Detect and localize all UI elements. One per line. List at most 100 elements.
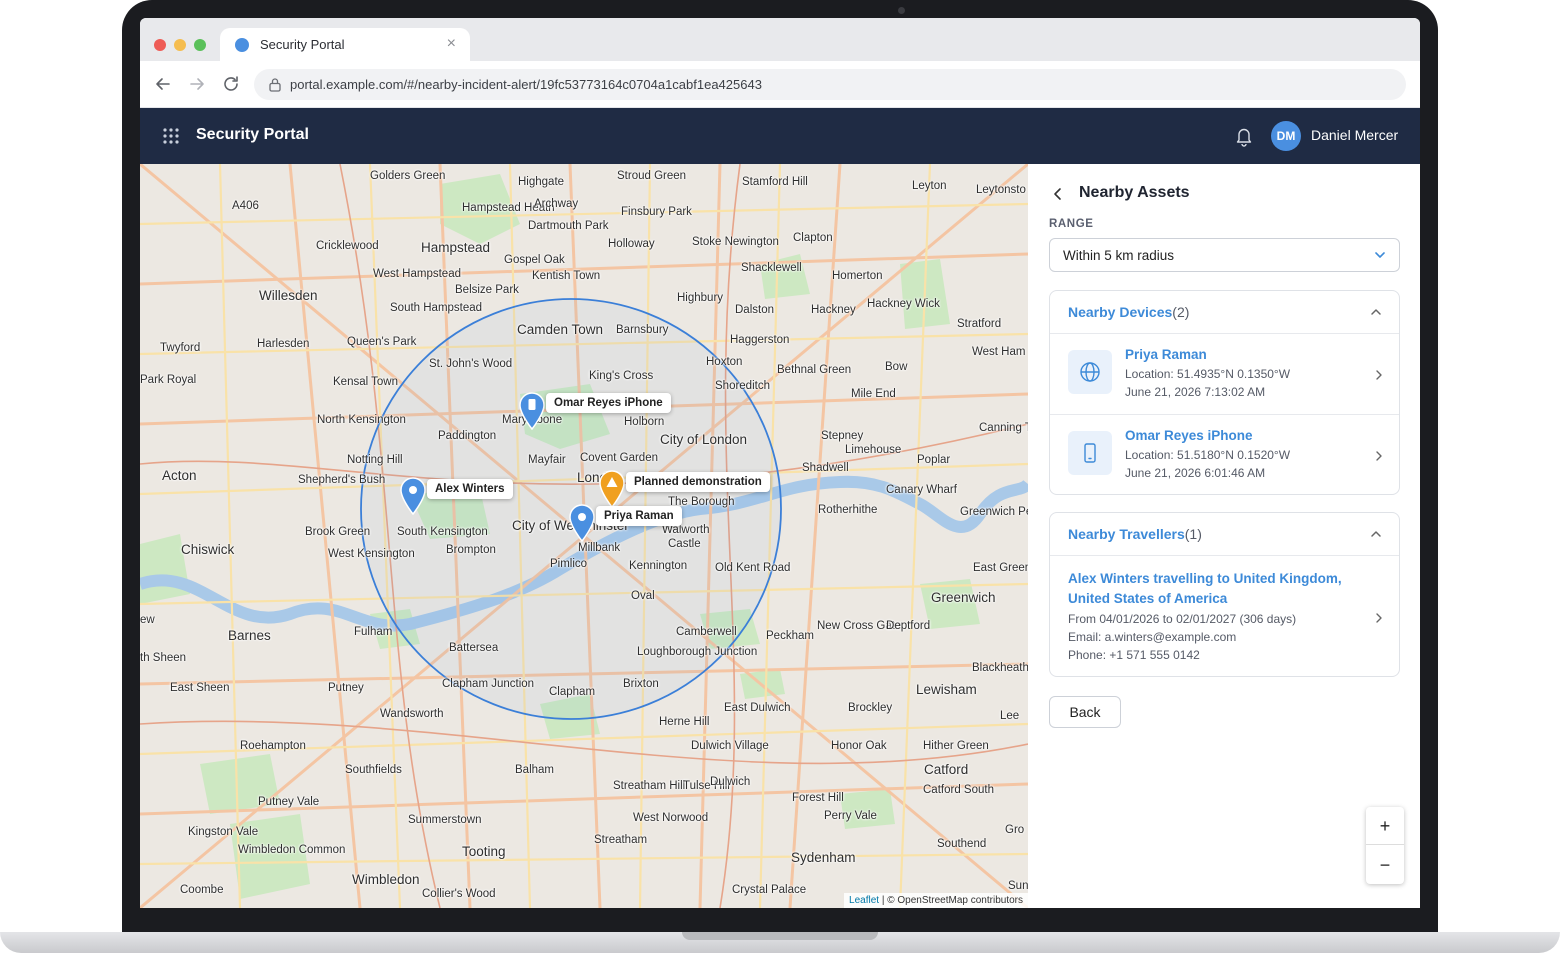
avatar[interactable]: DM: [1271, 121, 1301, 151]
place-label: Dalston: [735, 304, 774, 316]
device-icon-box: [1068, 350, 1112, 394]
marker-priya-raman[interactable]: [568, 504, 596, 542]
range-select[interactable]: Within 5 km radius: [1049, 238, 1400, 272]
place-label: Gospel Oak: [504, 254, 565, 266]
nearby-devices-title: Nearby Devices(2): [1068, 304, 1190, 320]
map-attribution: Leaflet | © OpenStreetMap contributors: [844, 893, 1028, 908]
place-label: Fulham: [354, 626, 393, 638]
park-blackheath: [840, 789, 895, 829]
chevron-up-icon[interactable]: [1369, 305, 1383, 319]
marker-label-omar-reyes-iphone: Omar Reyes iPhone: [546, 393, 671, 413]
nearby-devices-count: (2): [1172, 304, 1190, 320]
place-label: Hoxton: [706, 356, 743, 368]
range-label: RANGE: [1049, 218, 1094, 230]
zoom-in-button[interactable]: +: [1366, 807, 1404, 845]
place-label: Wimbledon: [352, 872, 420, 887]
place-label: Streatham: [594, 834, 648, 846]
place-label: Brompton: [446, 544, 496, 556]
place-label: Belsize Park: [455, 284, 519, 296]
apps-grid-icon[interactable]: [162, 127, 180, 145]
device-timestamp: June 21, 2026 7:13:02 AM: [1125, 385, 1266, 399]
place-label: Crystal Palace: [732, 884, 807, 896]
osm-credit[interactable]: | © OpenStreetMap contributors: [882, 895, 1023, 906]
place-label: Dulwich Village: [691, 740, 769, 752]
place-label: Kensal Town: [333, 376, 398, 388]
bell-icon[interactable]: [1234, 125, 1254, 147]
place-label: Barnes: [228, 628, 271, 643]
chevron-right-icon: [1376, 370, 1382, 380]
place-label: Barnsbury: [616, 324, 669, 336]
place-label: Sun: [1008, 880, 1028, 892]
marker-label-planned-demonstration: Planned demonstration: [626, 472, 770, 492]
place-label: Kingston Vale: [188, 826, 259, 838]
map-view[interactable]: Golders Green Highgate Stroud Green Stamfor…: [140, 164, 1028, 908]
place-label: Coombe: [180, 884, 224, 896]
place-label: Camden Town: [517, 322, 604, 337]
place-label: Chiswick: [181, 542, 235, 557]
device-icon-box: [1068, 431, 1112, 475]
nearby-travellers-card: Nearby Travellers(1) Alex Winters travel…: [1049, 512, 1400, 677]
place-label: West Norwood: [633, 812, 709, 824]
place-label: West Ham: [972, 346, 1026, 358]
place-label: Homerton: [832, 270, 883, 282]
close-window-dot[interactable]: [154, 39, 166, 51]
place-label: Roehampton: [240, 740, 306, 752]
url-field[interactable]: portal.example.com/#/nearby-incident-ale…: [254, 69, 1406, 100]
nearby-devices-header[interactable]: Nearby Devices(2): [1050, 291, 1399, 334]
chevron-up-icon[interactable]: [1369, 527, 1383, 541]
device-name[interactable]: Priya Raman: [1125, 347, 1207, 362]
place-label: Kennington: [629, 560, 688, 572]
marker-alex-winters[interactable]: [399, 477, 427, 515]
browser-window: Security Portal × portal.example.com/#/n…: [140, 18, 1420, 908]
back-arrow-icon[interactable]: [152, 73, 174, 95]
nearby-travellers-header[interactable]: Nearby Travellers(1): [1050, 513, 1399, 556]
place-label: Sydenham: [791, 850, 856, 865]
place-label: Perry Vale: [824, 810, 877, 822]
place-label: King's Cross: [589, 370, 654, 382]
user-name[interactable]: Daniel Mercer: [1311, 127, 1398, 143]
marker-planned-demonstration[interactable]: [598, 470, 626, 508]
place-label: Lewisham: [916, 682, 977, 697]
place-label: A406: [232, 200, 259, 212]
place-label: Greenwich Peninsula: [960, 506, 1028, 518]
place-label: Harlesden: [257, 338, 310, 350]
traveller-name[interactable]: Alex Winters travelling to United Kingdo…: [1068, 569, 1368, 609]
panel-back-chevron-icon[interactable]: [1048, 184, 1068, 204]
place-label: East Greenw: [973, 562, 1028, 574]
back-button[interactable]: Back: [1049, 696, 1121, 728]
place-label: Covent Garden: [580, 452, 658, 464]
place-label: Bow: [885, 361, 908, 373]
place-label: Blackheath: [972, 662, 1028, 674]
phone-icon: [1084, 443, 1096, 463]
favicon-icon: [235, 38, 249, 52]
traveller-row-alex-winters[interactable]: Alex Winters travelling to United Kingdo…: [1050, 556, 1399, 677]
place-label: Southfields: [345, 764, 402, 776]
nearby-travellers-title: Nearby Travellers(1): [1068, 526, 1202, 542]
device-name[interactable]: Omar Reyes iPhone: [1125, 428, 1253, 443]
place-label: Leytonsto: [976, 184, 1026, 196]
place-label: Limehouse: [845, 444, 902, 456]
zoom-control: + −: [1366, 807, 1404, 884]
leaflet-link[interactable]: Leaflet: [849, 895, 879, 906]
forward-arrow-icon[interactable]: [186, 73, 208, 95]
minimize-window-dot[interactable]: [174, 39, 186, 51]
tab-close-icon[interactable]: ×: [447, 34, 456, 54]
place-label: Finsbury Park: [621, 206, 692, 218]
device-row-priya-raman[interactable]: Priya Raman Location: 51.4935°N 0.1350°W…: [1050, 334, 1399, 415]
place-label: Herne Hill: [659, 716, 710, 728]
traveller-phone: Phone: +1 571 555 0142: [1068, 648, 1200, 662]
place-label: Hither Green: [923, 740, 989, 752]
place-label: Camberwell: [676, 626, 737, 638]
reload-icon[interactable]: [220, 73, 242, 95]
place-label: Battersea: [449, 642, 499, 654]
place-label: Stamford Hill: [742, 176, 808, 188]
zoom-out-button[interactable]: −: [1366, 846, 1404, 884]
place-label: Old Kent Road: [715, 562, 791, 574]
browser-tab[interactable]: Security Portal ×: [220, 28, 470, 61]
maximize-window-dot[interactable]: [194, 39, 206, 51]
marker-omar-reyes-iphone[interactable]: [518, 392, 546, 430]
place-label: Holborn: [624, 416, 665, 428]
place-label: Gro: [1005, 824, 1025, 836]
device-row-omar-reyes-iphone[interactable]: Omar Reyes iPhone Location: 51.5180°N 0.…: [1050, 415, 1399, 495]
lock-icon: [269, 78, 281, 92]
